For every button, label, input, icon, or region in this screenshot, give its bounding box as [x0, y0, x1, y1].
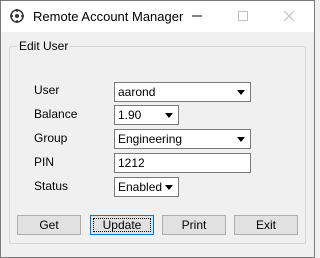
- get-button[interactable]: Get: [17, 215, 81, 235]
- balance-label: Balance: [34, 107, 78, 121]
- user-value: aarond: [118, 85, 156, 99]
- status-value: Enabled: [118, 180, 163, 194]
- minimize-icon: [192, 10, 202, 24]
- pin-input[interactable]: [118, 156, 243, 170]
- focus-rectangle: [93, 218, 151, 232]
- chevron-down-icon[interactable]: [162, 108, 176, 122]
- group-label: Group: [34, 131, 68, 145]
- update-button[interactable]: Update: [90, 215, 154, 235]
- get-button-label: Get: [39, 218, 59, 232]
- exit-button-label: Exit: [255, 218, 276, 232]
- status-combobox[interactable]: Enabled: [114, 177, 179, 197]
- print-button[interactable]: Print: [162, 215, 226, 235]
- group-combobox[interactable]: Engineering: [114, 129, 251, 149]
- window-title: Remote Account Manager: [33, 9, 184, 24]
- close-icon: [283, 10, 295, 24]
- balance-value: 1.90: [118, 108, 142, 122]
- title-bar[interactable]: Remote Account Manager: [1, 1, 314, 32]
- user-combobox[interactable]: aarond: [114, 82, 251, 102]
- minimize-button[interactable]: [174, 1, 220, 32]
- chevron-down-icon[interactable]: [234, 85, 248, 99]
- balance-combobox[interactable]: 1.90: [114, 105, 179, 125]
- exit-button[interactable]: Exit: [234, 215, 298, 235]
- print-button-label: Print: [181, 218, 207, 232]
- pin-label: PIN: [34, 155, 55, 169]
- app-icon: [9, 8, 25, 24]
- status-label: Status: [34, 179, 69, 193]
- pin-field[interactable]: [114, 153, 251, 173]
- chevron-down-icon[interactable]: [234, 132, 248, 146]
- user-label: User: [34, 83, 60, 97]
- window: Remote Account Manager Edit User User aa…: [0, 0, 315, 258]
- close-button[interactable]: [266, 1, 312, 32]
- group-value: Engineering: [118, 132, 183, 146]
- maximize-button[interactable]: [220, 1, 266, 32]
- group-legend: Edit User: [17, 39, 71, 53]
- maximize-icon: [238, 10, 248, 24]
- chevron-down-icon[interactable]: [162, 180, 176, 194]
